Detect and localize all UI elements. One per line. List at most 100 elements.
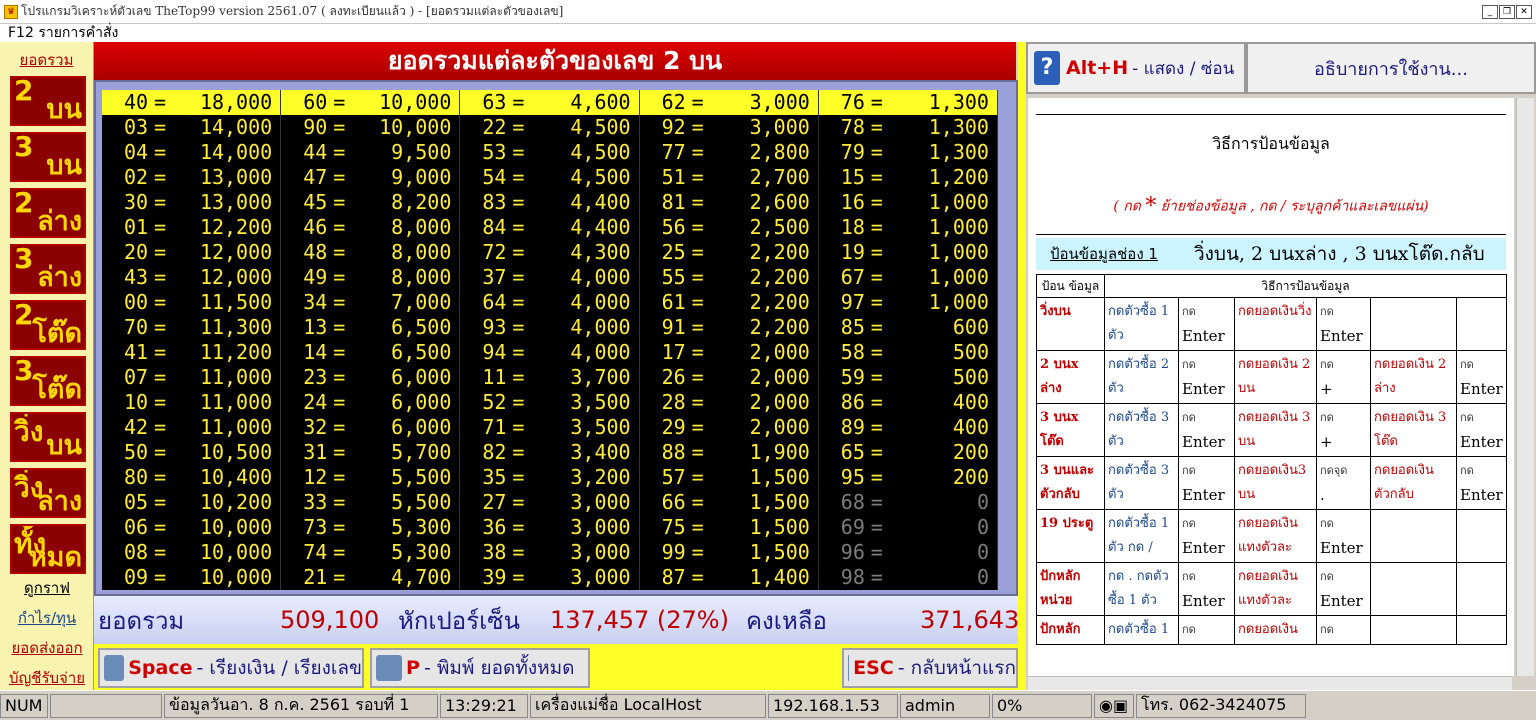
grid-amount: 7,000 (391, 290, 452, 314)
status-host: เครื่องแม่ชื่อ LocalHost (530, 693, 766, 718)
nav-link-3[interactable]: บัญชีรับจ่าย (4, 666, 90, 690)
grid-amount: 200 (952, 465, 989, 489)
grid-number: 41 (124, 340, 149, 364)
row-name: 2 บนx ล่าง (1036, 350, 1105, 404)
grid-cell: 42 = 11,000 (102, 415, 282, 440)
grid-cell: 80 = 10,400 (102, 465, 282, 490)
nav-button-1[interactable]: 3 บน (10, 132, 86, 182)
number-grid-panel: 40 = 18,000 60 = 10,000 63 = 4,600 62 = 3,000 76 = 1,3… (94, 80, 1018, 596)
status-user: admin (900, 693, 990, 718)
grid-number: 25 (661, 240, 686, 264)
grid-cell: 91 = 2,200 (640, 315, 819, 340)
nav-button-3[interactable]: 3 ล่าง (10, 244, 86, 294)
row-key-3: Enter (1460, 433, 1503, 451)
grid-equals: = (154, 90, 167, 114)
grid-amount: 14,000 (199, 115, 273, 139)
row-key-1: Enter (1182, 486, 1225, 504)
grid-number: 79 (840, 140, 865, 164)
network-icon: ◉ (1099, 696, 1113, 715)
grid-equals: = (333, 165, 346, 189)
help-horizontal-scrollbar[interactable] (1028, 676, 1512, 690)
grid-number: 85 (840, 315, 865, 339)
grid-amount: 11,200 (199, 340, 273, 364)
grid-number: 14 (303, 340, 328, 364)
row-step-3: กดยอดเงิน 2 ล่าง (1370, 350, 1457, 404)
print-button[interactable]: P - พิมพ์ ยอดทั้งหมด (370, 648, 590, 688)
grid-number: 06 (124, 515, 149, 539)
grid-amount: 12,000 (199, 240, 273, 264)
nav-button-0[interactable]: 2 บน (10, 76, 86, 126)
grid-cell: 98 = 0 (819, 565, 998, 590)
deduct-value: 137,457 (27%) (550, 606, 729, 634)
nav-button-7[interactable]: วิ่ง ล่าง (10, 468, 86, 518)
toggle-help-button[interactable]: ? Alt+H - แสดง / ซ่อน (1026, 42, 1246, 94)
grid-cell: 60 = 10,000 (281, 90, 461, 115)
grid-equals: = (333, 115, 346, 139)
grid-cell: 72 = 4,300 (460, 240, 640, 265)
grid-number: 11 (482, 365, 507, 389)
grid-equals: = (691, 115, 704, 139)
grid-number: 09 (124, 565, 149, 589)
grid-equals: = (691, 390, 704, 414)
grid-cell: 89 = 400 (819, 415, 998, 440)
grid-equals: = (333, 465, 346, 489)
help-title-button[interactable]: อธิบายการใช้งาน... (1246, 42, 1536, 94)
grid-cell: 23 = 6,000 (281, 365, 461, 390)
nav-button-4[interactable]: 2 โต๊ด (10, 300, 86, 350)
grid-cell: 00 = 11,500 (102, 290, 282, 315)
nav-button-6[interactable]: วิ่ง บน (10, 412, 86, 462)
grid-cell: 38 = 3,000 (460, 540, 640, 565)
grid-number: 54 (482, 165, 507, 189)
grid-number: 35 (482, 465, 507, 489)
nav-link-2[interactable]: ยอดส่งออก (4, 636, 90, 660)
grid-equals: = (870, 565, 883, 589)
grid-cell: 01 = 12,200 (102, 215, 282, 240)
nav-button-5[interactable]: 3 โต๊ด (10, 356, 86, 406)
grid-equals: = (691, 415, 704, 439)
nav-total-link[interactable]: ยอดรวม (0, 48, 93, 72)
grid-cell: 49 = 8,000 (281, 265, 461, 290)
row-key-2: . (1320, 486, 1325, 504)
minimize-button[interactable]: _ (1482, 5, 1498, 19)
grid-equals: = (691, 515, 704, 539)
grid-cell: 45 = 8,200 (281, 190, 461, 215)
nav-button-label: บน (46, 430, 82, 461)
grid-number: 50 (124, 440, 149, 464)
grid-equals: = (691, 265, 704, 289)
restore-button[interactable]: ❐ (1499, 5, 1515, 19)
panel-splitter[interactable] (1018, 42, 1026, 690)
back-home-button[interactable]: ESC - กลับหน้าแรก (842, 648, 1018, 688)
grid-equals: = (333, 265, 346, 289)
grid-number: 99 (661, 540, 686, 564)
grid-cell: 59 = 500 (819, 365, 998, 390)
grid-amount: 12,200 (199, 215, 273, 239)
grid-number: 58 (840, 340, 865, 364)
grid-equals: = (512, 90, 525, 114)
row-key-1: Enter (1182, 380, 1225, 398)
grid-amount: 0 (976, 515, 989, 539)
grid-number: 39 (482, 565, 507, 589)
grid-equals: = (333, 290, 346, 314)
grid-number: 93 (482, 315, 507, 339)
doc-note: ( กด * ย้ายช่องข้อมูล , กด / ระบุลูกค้าแ… (1113, 194, 1429, 219)
grid-equals: = (333, 340, 346, 364)
nav-button-8[interactable]: ทั้ง หมด (10, 524, 86, 574)
table-row: วิ่งบน กดตัวซื้อ 1 ตัว กด Enter กดยอดเงินวิ่… (1036, 297, 1508, 351)
nav-link-0[interactable]: ดูกราฟ (4, 576, 90, 600)
nav-button-2[interactable]: 2 ล่าง (10, 188, 86, 238)
grid-cell: 18 = 1,000 (819, 215, 998, 240)
grid-equals: = (512, 165, 525, 189)
grid-amount: 2,500 (749, 215, 810, 239)
nav-button-num: 2 (14, 188, 34, 219)
sort-button[interactable]: Space - เรียงเงิน / เรียงเลข (98, 648, 364, 688)
menu-bar: F12 รายการคำสั่ง (0, 24, 1536, 42)
grid-number: 83 (482, 190, 507, 214)
grid-number: 56 (661, 215, 686, 239)
menu-f12[interactable]: F12 รายการคำสั่ง (8, 25, 118, 41)
row-step-3 (1370, 509, 1457, 563)
grid-amount: 4,700 (391, 565, 452, 589)
close-button[interactable]: ✕ (1516, 5, 1532, 19)
row-step-1: กดตัวซื้อ 3 ตัว (1104, 403, 1179, 457)
help-vertical-scrollbar[interactable] (1516, 98, 1534, 676)
nav-link-1[interactable]: กำไร/ทุน (4, 606, 90, 630)
